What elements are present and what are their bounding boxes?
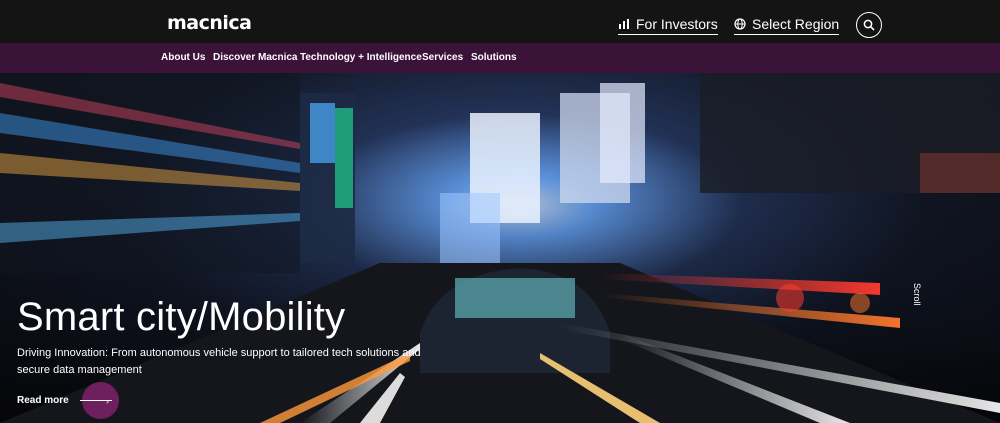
select-region-label: Select Region xyxy=(752,16,840,32)
arrow-head-icon: › xyxy=(106,396,109,406)
search-button[interactable] xyxy=(856,12,882,38)
nav-item-discover-macnica[interactable]: Discover Macnica xyxy=(213,52,298,63)
for-investors-link[interactable]: For Investors xyxy=(618,16,718,35)
select-region-link[interactable]: Select Region xyxy=(734,16,840,35)
nav-item-services[interactable]: Services xyxy=(422,52,463,63)
top-bar: macnica For Investors Select Region xyxy=(0,0,1000,43)
for-investors-label: For Investors xyxy=(636,16,718,32)
hero-title: Smart city/Mobility xyxy=(17,295,346,339)
hero-subtitle: Driving Innovation: From autonomous vehi… xyxy=(17,347,421,376)
macnica-logo[interactable]: macnica xyxy=(167,12,252,34)
read-more-link[interactable]: Read more xyxy=(17,395,69,406)
nav-item-about-us[interactable]: About Us xyxy=(161,52,205,63)
nav-item-technology-intelligence[interactable]: Technology + Intelligence xyxy=(300,52,422,63)
scroll-indicator[interactable]: Scroll xyxy=(912,283,922,306)
search-icon xyxy=(863,19,875,31)
nav-item-solutions[interactable]: Solutions xyxy=(471,52,517,63)
main-nav: About Us Discover Macnica Technology + I… xyxy=(0,43,1000,73)
hero-banner: Smart city/Mobility Driving Innovation: … xyxy=(0,73,1000,423)
globe-icon xyxy=(734,18,746,30)
chart-icon xyxy=(619,19,629,29)
